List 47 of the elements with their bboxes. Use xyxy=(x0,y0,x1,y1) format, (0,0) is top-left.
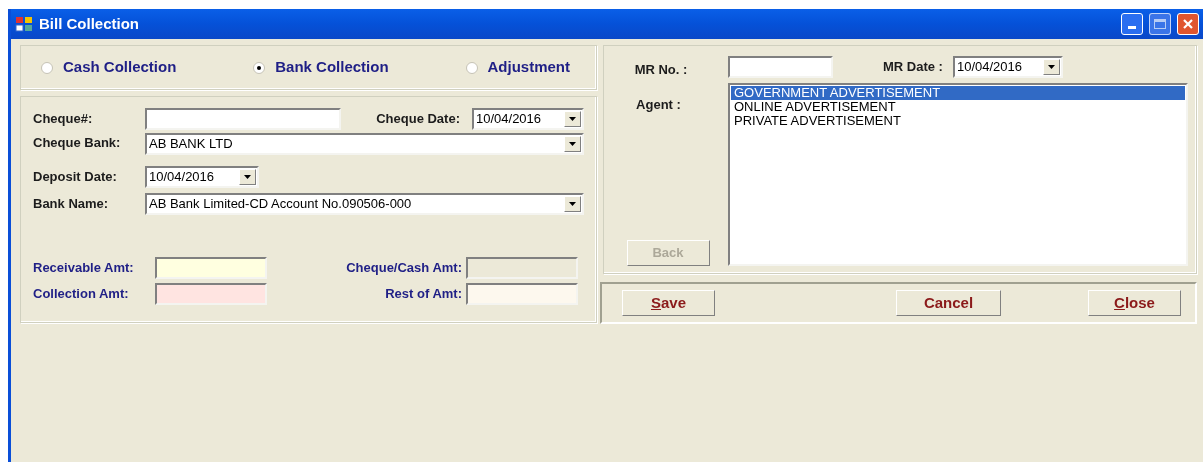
close-icon xyxy=(1182,18,1194,30)
mr-date-label: MR Date : xyxy=(883,58,943,77)
amount-field[interactable] xyxy=(155,283,267,305)
window-title: Bill Collection xyxy=(39,13,140,34)
deposit-date-picker[interactable]: 10/04/2016 xyxy=(145,166,259,188)
mr-number-field[interactable] xyxy=(728,56,833,78)
bank-name-label: Bank Name: xyxy=(33,195,110,214)
mr-number-label: MR No. : xyxy=(634,61,688,79)
bank-name-dropdown[interactable]: AB Bank Limited-CD Account No.090506-000 xyxy=(145,193,584,215)
action-button[interactable]: Save xyxy=(622,290,715,316)
field-value: 10/04/2016 xyxy=(148,168,216,187)
agent-list-item[interactable]: ONLINE ADVERTISEMENT xyxy=(731,100,1185,114)
minimize-button[interactable] xyxy=(1121,13,1143,35)
amount-label: Collection Amt: xyxy=(33,285,130,304)
action-button[interactable]: Cancel xyxy=(896,290,1001,316)
cheque-bank-dropdown[interactable]: AB BANK LTD xyxy=(145,133,584,155)
amount-field[interactable] xyxy=(466,283,578,305)
amount-label: Cheque/Cash Amt: xyxy=(345,259,462,278)
maximize-button[interactable] xyxy=(1149,13,1171,35)
cheque-date-label: Cheque Date: xyxy=(376,110,460,129)
radio-label: Adjustment xyxy=(487,57,570,78)
app-icon xyxy=(15,16,33,32)
amount-field[interactable] xyxy=(466,257,578,279)
close-button[interactable] xyxy=(1177,13,1199,35)
radio-label: Cash Collection xyxy=(63,57,177,78)
field-value: AB BANK LTD xyxy=(148,135,234,154)
amount-label: Rest of Amt: xyxy=(384,285,462,304)
mr-date-picker[interactable]: 10/04/2016 xyxy=(952,56,1063,78)
field-value: AB Bank Limited-CD Account No.090506-000 xyxy=(148,195,413,214)
agent-list-item[interactable]: GOVERNMENT ADVERTISEMENT xyxy=(731,86,1185,100)
radio-button[interactable] xyxy=(465,61,478,74)
field-value: 10/04/2016 xyxy=(955,58,1024,77)
amount-label: Receivable Amt: xyxy=(33,259,135,278)
agent-label: Agent : xyxy=(636,95,681,114)
action-button[interactable]: Close xyxy=(1088,290,1181,316)
radio-label: Bank Collection xyxy=(275,57,389,78)
amount-field[interactable] xyxy=(155,257,267,279)
agent-list-item[interactable]: PRIVATE ADVERTISEMENT xyxy=(731,114,1185,128)
cheque-number-field[interactable] xyxy=(145,108,341,130)
field-value: 10/04/2016 xyxy=(475,110,543,129)
radio-button[interactable] xyxy=(41,61,53,74)
cheque-number-label: Cheque#: xyxy=(33,110,94,129)
agent-list[interactable]: GOVERNMENT ADVERTISEMENT ONLINE ADVERTISEMENT PRIVATE ADVERTISEMENT xyxy=(728,83,1188,266)
radio-button[interactable] xyxy=(253,61,266,74)
cheque-date-picker[interactable]: 10/04/2016 xyxy=(472,108,584,130)
cheque-bank-label: Cheque Bank: xyxy=(33,134,122,152)
deposit-date-label: Deposit Date: xyxy=(33,168,118,187)
